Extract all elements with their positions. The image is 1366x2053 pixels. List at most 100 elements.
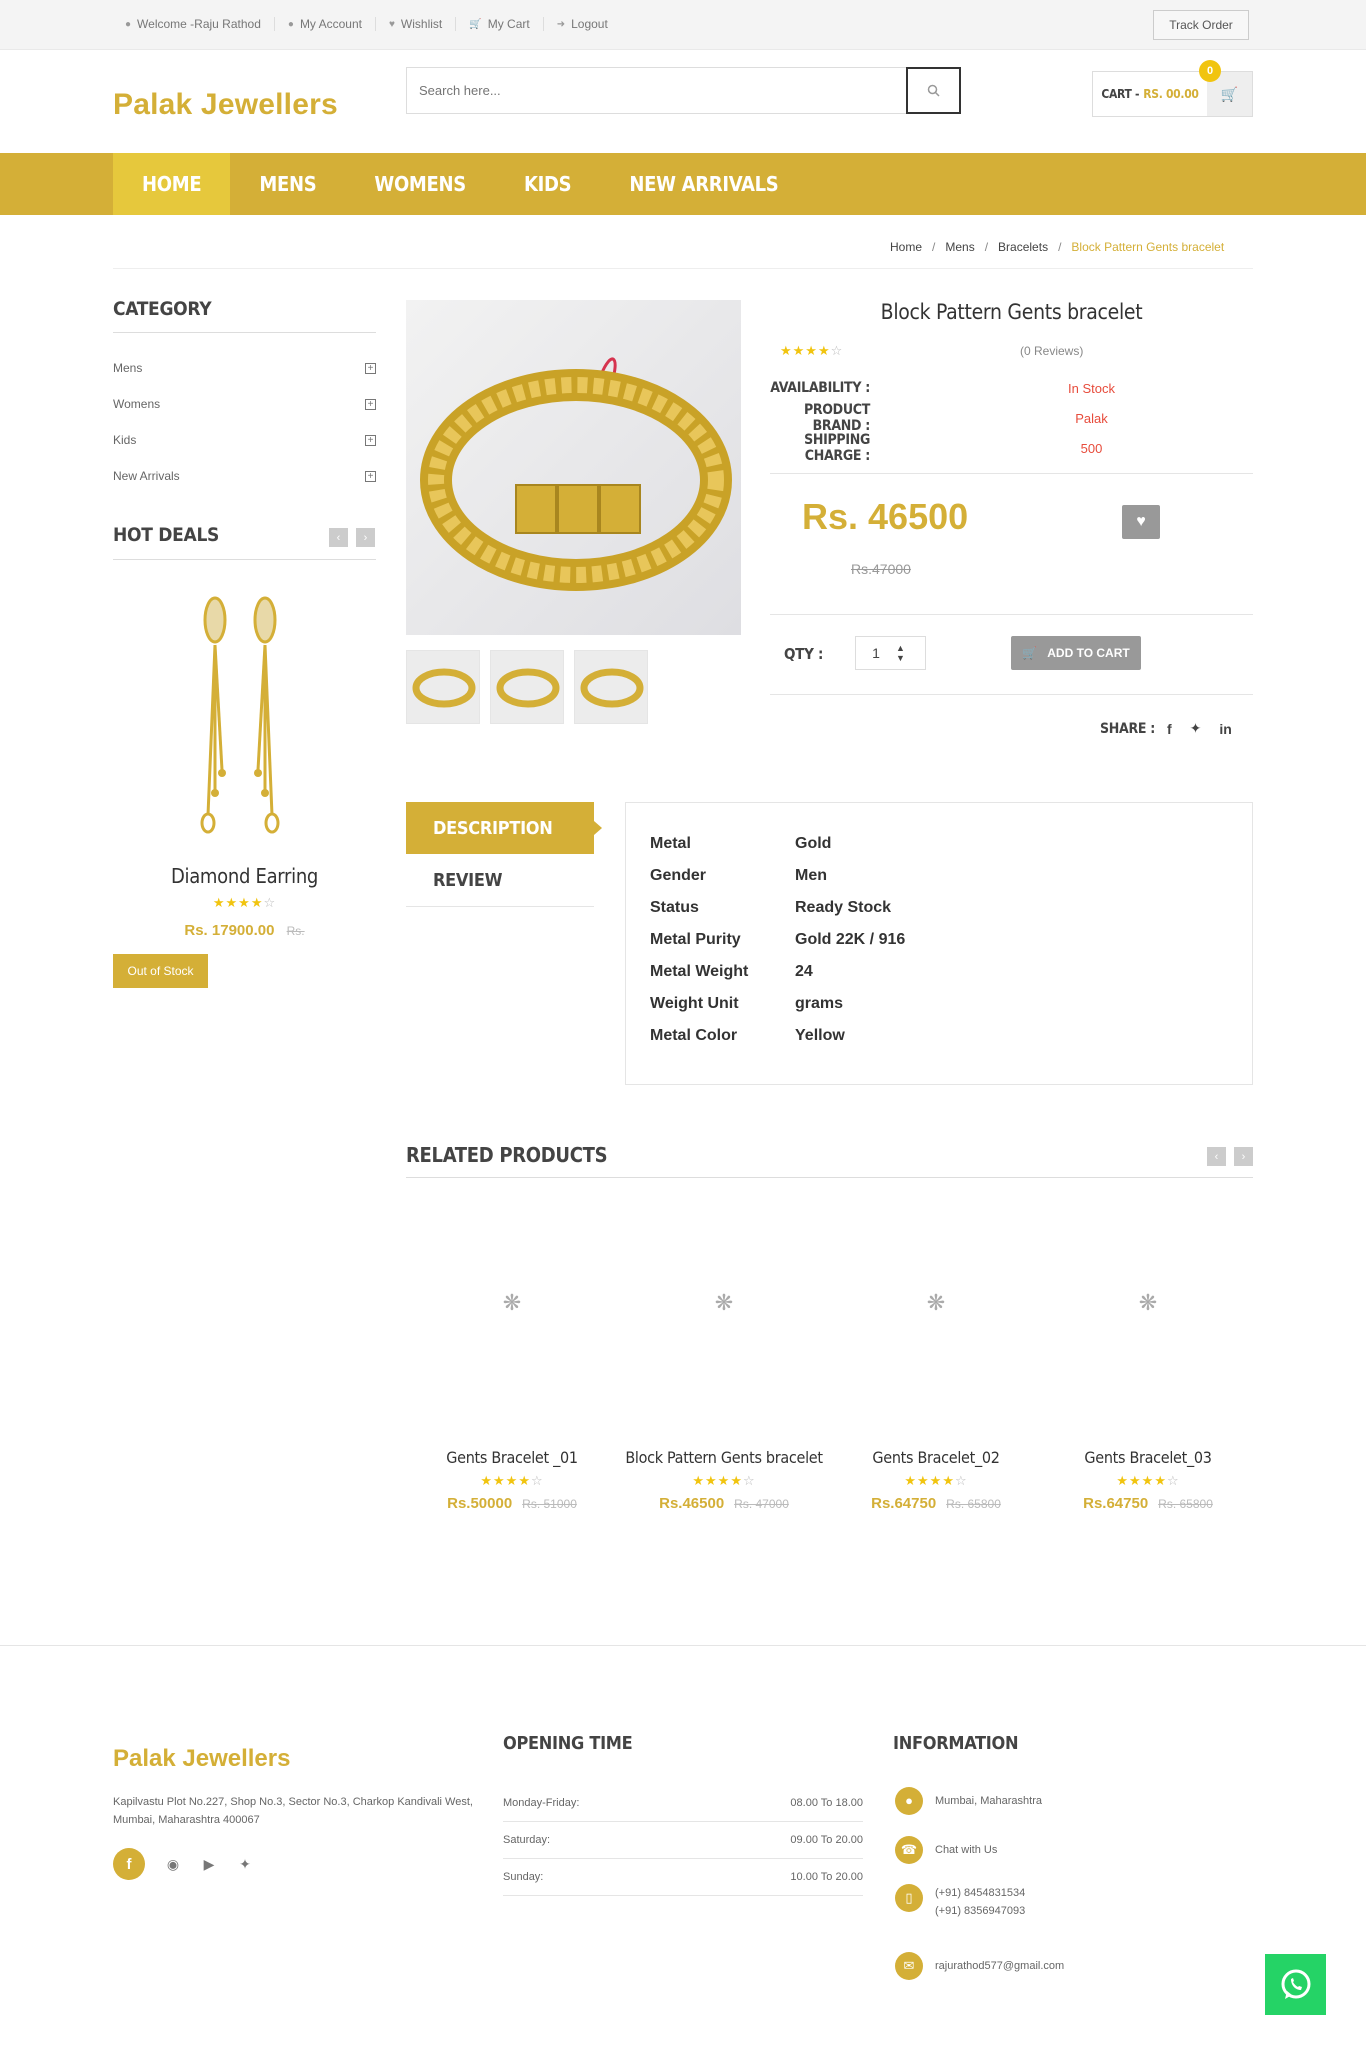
logout-link[interactable]: ➜ Logout: [544, 17, 621, 31]
tab-review[interactable]: REVIEW: [406, 854, 594, 906]
related-product-name[interactable]: Gents Bracelet _01: [406, 1448, 618, 1467]
spec-table: Metal Gold Gender Men Status Ready Stock Me…: [650, 835, 905, 1059]
cart-total: RS. 00.00: [1143, 87, 1199, 101]
my-account-link[interactable]: ● My Account: [275, 17, 376, 31]
product-old-price: Rs.47000: [851, 561, 911, 577]
spec-value: Ready Stock: [795, 899, 892, 916]
qty-value[interactable]: 1: [856, 645, 896, 661]
review-count[interactable]: (0 Reviews): [1020, 344, 1083, 358]
info-phone: ▯ (+91) 8454831534 (+91) 8356947093: [895, 1884, 1255, 1920]
track-order-button[interactable]: Track Order: [1153, 10, 1249, 40]
breadcrumb-home[interactable]: Home: [890, 240, 922, 254]
quantity-stepper[interactable]: 1 ▲ ▼: [855, 636, 926, 670]
expand-icon[interactable]: +: [365, 362, 376, 374]
nav-new-arrivals[interactable]: NEW ARRIVALS: [600, 153, 807, 215]
hot-deals-arrows: ‹ ›: [329, 528, 375, 547]
next-arrow-icon[interactable]: ›: [356, 528, 375, 547]
category-label: Mens: [113, 361, 143, 375]
related-product-old-price: Rs. 47000: [734, 1497, 789, 1511]
category-item-new-arrivals[interactable]: New Arrivals +: [113, 458, 376, 494]
email-text[interactable]: rajurathod577@gmail.com: [935, 1952, 1064, 1975]
search-button[interactable]: [906, 67, 961, 114]
cart-summary: CART - RS. 00.00: [1093, 72, 1207, 116]
phone-1[interactable]: (+91) 8454831534: [935, 1887, 1025, 1899]
category-item-kids[interactable]: Kids +: [113, 422, 376, 458]
site-logo[interactable]: Palak Jewellers: [113, 88, 338, 122]
nav-mens[interactable]: MENS: [230, 153, 345, 215]
spec-key: Gender: [650, 867, 707, 884]
bracelet-thumbnail-icon: [412, 668, 476, 708]
prev-arrow-icon[interactable]: ‹: [1207, 1147, 1226, 1166]
search-input[interactable]: [407, 68, 906, 113]
category-item-mens[interactable]: Mens +: [113, 350, 376, 386]
add-to-cart-button[interactable]: 🛒 ADD TO CART: [1011, 636, 1141, 670]
related-product-card[interactable]: ❋ Gents Bracelet_03 ★★★★☆ Rs.64750 Rs. 65…: [1042, 1290, 1254, 1512]
loading-spinner-icon: ❋: [502, 1290, 522, 1315]
tab-description[interactable]: DESCRIPTION: [406, 802, 602, 854]
info-chat[interactable]: ☎ Chat with Us: [895, 1836, 1255, 1864]
hours-time: 10.00 To 20.00: [790, 1871, 863, 1883]
product-thumbnail-2[interactable]: [490, 650, 564, 724]
next-arrow-icon[interactable]: ›: [1234, 1147, 1253, 1166]
share-label: SHARE :: [1100, 720, 1155, 737]
product-main-image[interactable]: [406, 300, 741, 635]
nav-kids[interactable]: KIDS: [495, 153, 600, 215]
expand-icon[interactable]: +: [365, 434, 376, 446]
twitter-icon[interactable]: ✦: [237, 1856, 253, 1873]
related-product-name[interactable]: Block Pattern Gents bracelet: [618, 1448, 830, 1467]
footer-logo[interactable]: Palak Jewellers: [113, 1745, 290, 1773]
related-product-card[interactable]: ❋ Gents Bracelet_02 ★★★★☆ Rs.64750 Rs. 65…: [830, 1290, 1042, 1512]
out-of-stock-button[interactable]: Out of Stock: [113, 954, 208, 988]
related-product-card[interactable]: ❋ Gents Bracelet _01 ★★★★☆ Rs.50000 Rs. 5…: [406, 1290, 618, 1512]
product-thumbnail-3[interactable]: [574, 650, 648, 724]
related-product-name[interactable]: Gents Bracelet_03: [1042, 1448, 1254, 1467]
breadcrumb-bracelets[interactable]: Bracelets: [998, 240, 1048, 254]
qty-arrows[interactable]: ▲ ▼: [896, 643, 905, 663]
deal-name[interactable]: Diamond Earring: [113, 864, 376, 888]
my-cart-link[interactable]: 🛒 My Cart: [456, 17, 544, 31]
hours-row: Monday-Friday: 08.00 To 18.00: [503, 1785, 863, 1822]
bracelet-thumbnail-icon: [496, 668, 560, 708]
breadcrumb-divider: [113, 268, 1253, 269]
youtube-icon[interactable]: ▶: [201, 1856, 217, 1873]
related-product-rating: ★★★★☆: [480, 1473, 544, 1488]
phone-2[interactable]: (+91) 8356947093: [935, 1905, 1025, 1917]
category-label: New Arrivals: [113, 469, 180, 483]
breadcrumb-mens[interactable]: Mens: [945, 240, 974, 254]
facebook-icon[interactable]: f: [1167, 721, 1172, 737]
header-cart[interactable]: CART - RS. 00.00 🛒 0: [1092, 60, 1253, 117]
spec-row: Weight Unit grams: [650, 995, 905, 1027]
search-bar: [406, 67, 961, 114]
category-item-womens[interactable]: Womens +: [113, 386, 376, 422]
twitter-icon[interactable]: ✦: [1190, 720, 1202, 737]
expand-icon[interactable]: +: [365, 470, 376, 482]
spec-row: Metal Weight 24: [650, 963, 905, 995]
related-product-price: Rs.50000: [447, 1495, 513, 1512]
nav-womens[interactable]: WOMENS: [345, 153, 495, 215]
nav-home[interactable]: HOME: [113, 153, 231, 215]
welcome-link[interactable]: ● Welcome -Raju Rathod: [113, 17, 275, 31]
linkedin-icon[interactable]: in: [1219, 721, 1231, 737]
wishlist-label: Wishlist: [400, 17, 443, 31]
wishlist-link[interactable]: ♥ Wishlist: [376, 17, 457, 31]
related-product-card[interactable]: ❋ Block Pattern Gents bracelet ★★★★☆ Rs.…: [618, 1290, 830, 1512]
spec-value: Yellow: [795, 1027, 845, 1044]
wishlist-button[interactable]: ♥: [1122, 505, 1160, 539]
whatsapp-chat-button[interactable]: [1265, 1954, 1326, 2015]
chat-text[interactable]: Chat with Us: [935, 1836, 997, 1859]
deal-price: Rs. 17900.00: [184, 922, 275, 939]
prev-arrow-icon[interactable]: ‹: [329, 528, 348, 547]
availability-value: In Stock: [1068, 380, 1115, 396]
facebook-icon[interactable]: f: [113, 1848, 145, 1880]
related-product-price: Rs.64750: [1083, 1495, 1149, 1512]
instagram-icon[interactable]: ◉: [165, 1856, 181, 1873]
add-to-cart-label: ADD TO CART: [1047, 646, 1130, 660]
loading-spinner-icon: ❋: [1138, 1290, 1158, 1315]
diamond-earring-image[interactable]: [180, 590, 300, 840]
spec-row: Metal Gold: [650, 835, 905, 867]
category-label: Kids: [113, 433, 137, 447]
product-thumbnail-1[interactable]: [406, 650, 480, 724]
top-bar: ● Welcome -Raju Rathod ● My Account ♥ Wishl…: [0, 0, 1366, 50]
related-product-name[interactable]: Gents Bracelet_02: [830, 1448, 1042, 1467]
expand-icon[interactable]: +: [365, 398, 376, 410]
